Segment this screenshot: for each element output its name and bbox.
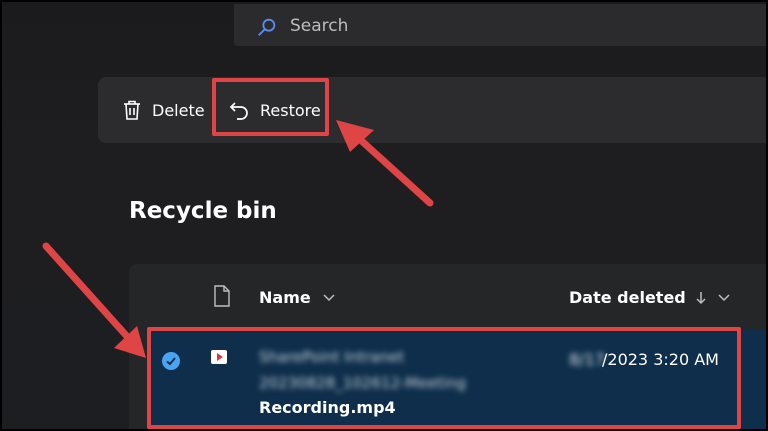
- search-bar[interactable]: Search: [234, 4, 766, 46]
- restore-highlight-box: [212, 78, 329, 136]
- trash-icon: [124, 100, 140, 120]
- date-deleted-column-header[interactable]: Date deleted: [569, 288, 730, 307]
- page-title: Recycle bin: [129, 198, 277, 224]
- delete-button[interactable]: Delete: [122, 97, 205, 123]
- name-column-header[interactable]: Name: [259, 288, 335, 307]
- date-deleted-column-label: Date deleted: [569, 288, 686, 307]
- chevron-down-icon: [718, 293, 730, 301]
- search-input[interactable]: Search: [290, 16, 348, 36]
- list-header: Name Date deleted: [129, 264, 766, 330]
- command-bar: Delete Restore: [98, 77, 766, 143]
- chevron-down-icon: [323, 293, 335, 301]
- delete-label: Delete: [152, 100, 205, 120]
- recycle-bin-screen: Search Delete Restore Recycle bin Name D…: [0, 0, 768, 431]
- row-highlight-box: [147, 327, 741, 429]
- sort-down-arrow-icon: [696, 291, 706, 304]
- file-icon: [214, 285, 230, 307]
- search-icon: [258, 18, 276, 36]
- name-column-label: Name: [259, 288, 311, 307]
